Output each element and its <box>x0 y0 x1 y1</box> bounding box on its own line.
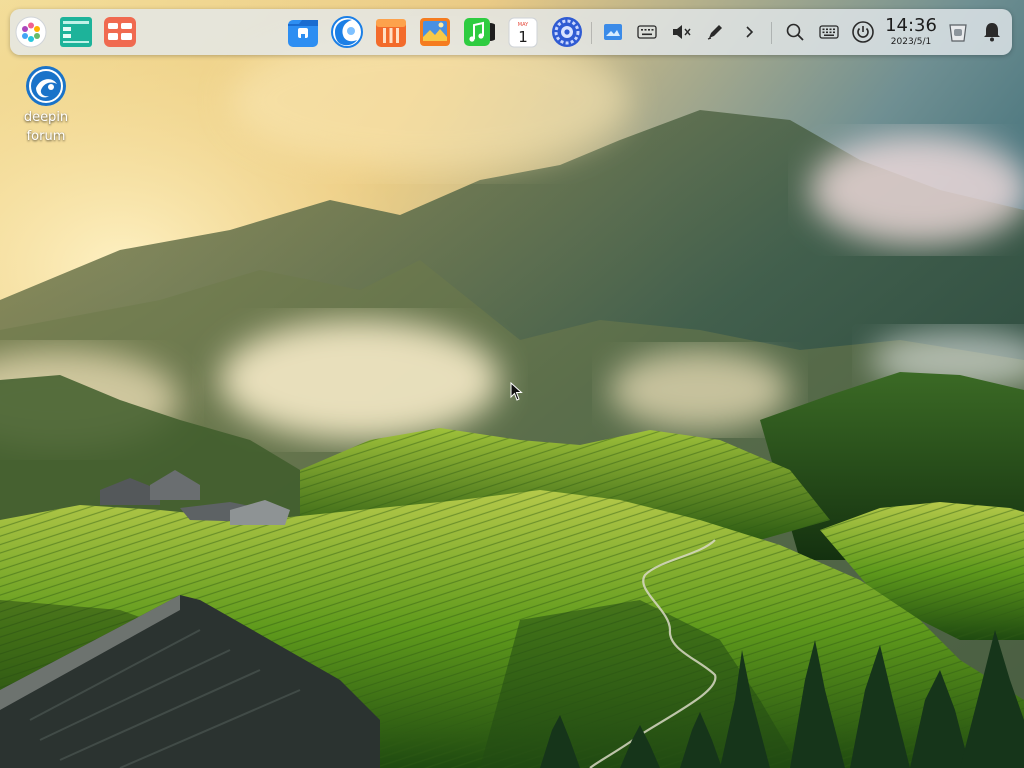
tray-onboard-keyboard[interactable] <box>635 20 659 44</box>
pen-icon <box>706 23 724 41</box>
file-manager-icon <box>287 16 319 48</box>
desktop-icon-label-line2: forum <box>26 129 66 144</box>
trash-icon <box>948 21 968 43</box>
dock-app-music[interactable] <box>462 15 496 49</box>
tray-keyboard-layout[interactable] <box>817 20 841 44</box>
tray-input-method[interactable] <box>703 20 727 44</box>
show-desktop-icon <box>104 17 136 47</box>
onboard-keyboard-icon <box>637 25 657 39</box>
show-desktop-button[interactable] <box>103 15 137 49</box>
multitasking-icon <box>60 17 92 47</box>
control-center-icon <box>551 16 583 48</box>
calendar-icon: MAY 1 <box>508 16 538 48</box>
multitasking-view-button[interactable] <box>59 15 93 49</box>
volume-muted-icon <box>671 24 691 40</box>
browser-icon <box>331 16 363 48</box>
dock-separator <box>591 22 592 44</box>
tray-notifications[interactable] <box>980 20 1004 44</box>
launcher-icon <box>15 16 47 48</box>
tray-clock[interactable]: 14:36 2023/5/1 <box>880 16 942 48</box>
music-icon <box>463 17 495 47</box>
search-icon <box>785 22 805 42</box>
chevron-right-icon <box>743 25 755 39</box>
tray-expand-button[interactable] <box>737 20 761 44</box>
image-viewer-icon <box>419 17 451 47</box>
dock-app-calendar[interactable]: MAY 1 <box>506 15 540 49</box>
dock-app-control-center[interactable] <box>550 15 584 49</box>
deepin-forum-icon <box>24 64 68 108</box>
desktop-icon-label-line1: deepin <box>23 110 69 125</box>
dock-app-file-manager[interactable] <box>286 15 320 49</box>
tray-power[interactable] <box>851 20 875 44</box>
dock-app-app-store[interactable] <box>374 15 408 49</box>
mouse-pointer <box>510 381 524 406</box>
dock-separator <box>771 22 772 44</box>
tray-volume[interactable] <box>669 20 693 44</box>
dock-app-browser[interactable] <box>330 15 364 49</box>
screenshot-icon <box>603 23 623 41</box>
calendar-day-label: 1 <box>518 28 528 46</box>
bell-icon <box>983 22 1001 42</box>
clock-time: 14:36 <box>885 15 937 36</box>
tray-search[interactable] <box>783 20 807 44</box>
dock-app-image-viewer[interactable] <box>418 15 452 49</box>
launcher-button[interactable] <box>14 15 48 49</box>
power-icon <box>852 21 874 43</box>
tray-screenshot[interactable] <box>601 20 625 44</box>
clock-date: 2023/5/1 <box>890 37 932 47</box>
app-store-icon <box>375 16 407 48</box>
keyboard-icon <box>819 25 839 39</box>
desktop-icon-deepin-forum[interactable]: deepin forum <box>14 64 78 146</box>
tray-trash[interactable] <box>946 20 970 44</box>
